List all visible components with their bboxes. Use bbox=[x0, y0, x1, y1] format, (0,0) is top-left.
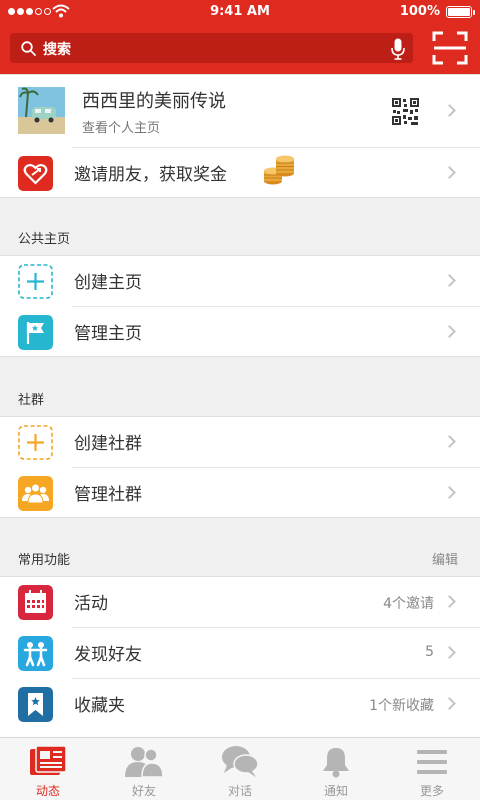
search-icon bbox=[21, 41, 36, 56]
flag-icon bbox=[18, 315, 53, 350]
create-group-label: 创建社群 bbox=[74, 434, 142, 454]
bookmark-icon bbox=[18, 687, 53, 722]
friends-icon bbox=[18, 636, 53, 671]
profile-subtitle: 查看个人主页 bbox=[82, 121, 161, 136]
create-page-label: 创建主页 bbox=[74, 273, 142, 293]
tab-more[interactable]: 更多 bbox=[384, 738, 480, 800]
events-label: 活动 bbox=[74, 594, 108, 614]
chevron-right-icon bbox=[443, 166, 456, 179]
bookmarks-row[interactable]: 收藏夹 1个新收藏 bbox=[0, 679, 480, 729]
plus-icon bbox=[18, 425, 53, 460]
menu-icon bbox=[417, 750, 447, 774]
public-pages-section-title: 公共主页 bbox=[18, 232, 71, 247]
manage-group-row[interactable]: 管理社群 bbox=[0, 468, 480, 518]
bottom-tab-bar: 动态 好友 对话 通知 更多 bbox=[0, 737, 480, 800]
chevron-right-icon bbox=[443, 646, 456, 659]
chevron-right-icon bbox=[443, 325, 456, 338]
feed-icon bbox=[30, 745, 67, 775]
tab-label: 通知 bbox=[323, 784, 348, 798]
groups-block: 创建社群 管理社群 bbox=[0, 416, 480, 518]
tab-chat[interactable]: 对话 bbox=[192, 738, 288, 800]
edit-button[interactable]: 编辑 bbox=[432, 549, 458, 568]
bookmarks-label: 收藏夹 bbox=[74, 696, 125, 716]
qr-code-icon[interactable] bbox=[392, 98, 419, 125]
chevron-right-icon bbox=[443, 486, 456, 499]
plus-icon bbox=[18, 264, 53, 299]
manage-page-row[interactable]: 管理主页 bbox=[0, 307, 480, 357]
invite-friends-row[interactable]: 邀请朋友，获取奖金 bbox=[0, 148, 480, 199]
manage-page-label: 管理主页 bbox=[74, 324, 142, 344]
chevron-right-icon bbox=[443, 435, 456, 448]
invite-label: 邀请朋友，获取奖金 bbox=[74, 165, 227, 185]
qr-scan-icon[interactable] bbox=[432, 31, 468, 65]
tab-notifications[interactable]: 通知 bbox=[288, 738, 384, 800]
battery-icon bbox=[446, 6, 475, 18]
friends-icon bbox=[125, 747, 163, 778]
search-input[interactable]: 搜索 bbox=[10, 33, 413, 63]
find-friends-label: 发现好友 bbox=[74, 645, 142, 665]
find-friends-row[interactable]: 发现好友 5 bbox=[0, 628, 480, 678]
events-row[interactable]: 活动 4个邀请 bbox=[0, 577, 480, 627]
find-friends-count: 5 bbox=[425, 644, 434, 660]
chevron-right-icon bbox=[443, 697, 456, 710]
common-section-title: 常用功能 bbox=[18, 553, 71, 568]
calendar-icon bbox=[18, 585, 53, 620]
tab-label: 好友 bbox=[131, 784, 156, 798]
search-placeholder: 搜索 bbox=[43, 42, 71, 58]
common-block: 活动 4个邀请 发现好友 5 收藏夹 1个新收藏 bbox=[0, 576, 480, 737]
chevron-right-icon bbox=[443, 595, 456, 608]
profile-row[interactable]: 西西里的美丽传说 查看个人主页 bbox=[0, 75, 480, 147]
tab-label: 动态 bbox=[35, 784, 60, 798]
coins-icon bbox=[264, 155, 294, 185]
chevron-right-icon bbox=[443, 104, 456, 117]
events-invite-count: 4个邀请 bbox=[383, 596, 434, 612]
public-pages-block: 创建主页 管理主页 bbox=[0, 255, 480, 357]
avatar bbox=[18, 87, 65, 134]
microphone-icon[interactable] bbox=[391, 38, 405, 60]
groups-section-title: 社群 bbox=[18, 393, 45, 408]
bell-icon bbox=[323, 748, 349, 778]
tab-feed[interactable]: 动态 bbox=[0, 738, 96, 800]
chat-icon bbox=[222, 746, 259, 777]
create-group-row[interactable]: 创建社群 bbox=[0, 417, 480, 467]
tab-friends[interactable]: 好友 bbox=[96, 738, 192, 800]
tab-label: 更多 bbox=[419, 784, 444, 798]
bookmarks-new-count: 1个新收藏 bbox=[369, 698, 434, 714]
create-page-row[interactable]: 创建主页 bbox=[0, 256, 480, 306]
status-bar: 9:41 AM 100% bbox=[0, 0, 480, 24]
profile-name: 西西里的美丽传说 bbox=[82, 91, 226, 112]
profile-block: 西西里的美丽传说 查看个人主页 邀请朋友，获取奖金 bbox=[0, 74, 480, 198]
chevron-right-icon bbox=[443, 274, 456, 287]
people-icon bbox=[18, 476, 53, 511]
heart-icon bbox=[18, 156, 53, 191]
tab-label: 对话 bbox=[227, 784, 252, 798]
manage-group-label: 管理社群 bbox=[74, 485, 142, 505]
app-header: 9:41 AM 100% 搜索 bbox=[0, 0, 480, 74]
battery-percentage: 100% bbox=[399, 4, 440, 19]
